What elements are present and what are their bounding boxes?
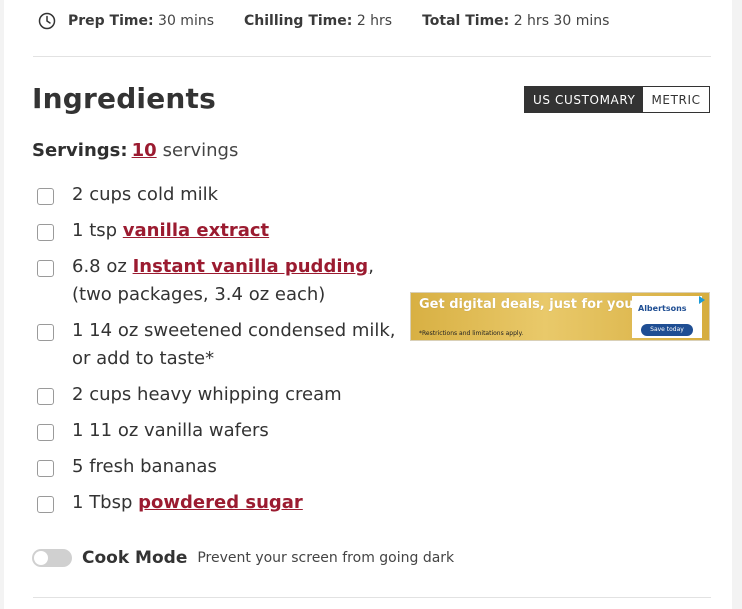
ingredient-link[interactable]: vanilla extract — [123, 220, 269, 241]
ingredient-checkbox[interactable] — [37, 224, 54, 241]
cook-mode-label: Cook Mode — [82, 548, 188, 568]
ingredient-text: 1 tsp vanilla extract — [72, 217, 407, 245]
ingredient-name: vanilla wafers — [144, 420, 269, 441]
ad-banner[interactable]: Get digital deals, just for you. *Restri… — [410, 292, 710, 341]
ingredient-unit: cups — [89, 384, 132, 405]
cook-mode: Cook Mode Prevent your screen from going… — [32, 545, 454, 571]
servings-value[interactable]: 10 — [132, 140, 157, 161]
ingredient-text: 1 14 oz sweetened condensed milk, or add… — [72, 317, 407, 373]
ingredient-checkbox[interactable] — [37, 496, 54, 513]
ad-headline: Get digital deals, just for you. — [419, 297, 639, 312]
prep-time-value: 30 mins — [158, 12, 215, 29]
ingredient-link[interactable]: powdered sugar — [138, 492, 303, 513]
divider — [33, 56, 711, 57]
recipe-times: Prep Time: 30 mins Chilling Time: 2 hrs … — [33, 0, 711, 41]
ingredient-checkbox[interactable] — [37, 188, 54, 205]
toggle-knob — [34, 551, 48, 565]
ingredients-heading: Ingredients — [32, 82, 217, 115]
ingredient-text: 2 cups cold milk — [72, 181, 407, 209]
recipe-card: Prep Time: 30 mins Chilling Time: 2 hrs … — [4, 0, 732, 609]
unit-toggle: US CUSTOMARY METRIC — [524, 86, 710, 113]
ingredient-link[interactable]: Instant vanilla pudding — [133, 256, 369, 277]
ingredient-text: 6.8 oz Instant vanilla pudding, (two pac… — [72, 253, 407, 309]
cook-mode-description: Prevent your screen from going dark — [197, 550, 455, 566]
ingredient-name: cold milk — [137, 184, 219, 205]
ingredient-name: fresh bananas — [89, 456, 217, 477]
ad-brand: Albertsons — [638, 304, 687, 313]
us-customary-button[interactable]: US CUSTOMARY — [525, 87, 644, 112]
ingredient-unit: tsp — [89, 220, 118, 241]
total-time-value: 2 hrs 30 mins — [513, 12, 610, 29]
ingredient-checkbox[interactable] — [37, 324, 54, 341]
ingredient-amount: 1 11 — [72, 420, 113, 441]
chilling-time-label: Chilling Time: — [244, 12, 353, 29]
prep-time-label: Prep Time: — [68, 12, 154, 29]
chilling-time: Chilling Time: 2 hrs — [244, 13, 392, 29]
servings-label: Servings: — [32, 140, 128, 161]
ingredient-amount: 1 14 — [72, 320, 113, 341]
chilling-time-value: 2 hrs — [356, 12, 393, 29]
total-time: Total Time: 2 hrs 30 mins — [422, 13, 609, 29]
ingredient-unit: oz — [117, 320, 139, 341]
ingredient-text: 2 cups heavy whipping cream — [72, 381, 407, 409]
ingredient-name: heavy whipping cream — [137, 384, 342, 405]
ingredient-checkbox[interactable] — [37, 424, 54, 441]
metric-button[interactable]: METRIC — [643, 87, 709, 112]
prep-time: Prep Time: 30 mins — [68, 13, 214, 29]
ingredient-text: 1 Tbsp powdered sugar — [72, 489, 407, 517]
ad-brand-box: Albertsons Save today — [632, 296, 702, 338]
ingredient-text: 5 fresh bananas — [72, 453, 407, 481]
cook-mode-toggle[interactable] — [32, 549, 72, 567]
clock-icon — [38, 12, 56, 29]
ingredient-text: 1 11 oz vanilla wafers — [72, 417, 407, 445]
ingredient-checkbox[interactable] — [37, 460, 54, 477]
divider — [33, 597, 711, 598]
adchoices-icon[interactable] — [697, 295, 707, 305]
ingredient-unit: oz — [117, 420, 139, 441]
ingredient-amount: 6.8 — [72, 256, 101, 277]
ad-fine-print: *Restrictions and limitations apply. — [419, 330, 524, 337]
ingredient-checkbox[interactable] — [37, 388, 54, 405]
servings-unit: servings — [162, 140, 239, 161]
ingredient-unit: oz — [106, 256, 127, 277]
ingredient-checkbox[interactable] — [37, 260, 54, 277]
servings: Servings: 10 servings — [32, 140, 238, 161]
ingredient-amount: 2 — [72, 384, 84, 405]
ingredient-unit: Tbsp — [89, 492, 133, 513]
ingredient-amount: 1 — [72, 492, 84, 513]
ingredient-amount: 1 — [72, 220, 84, 241]
ingredient-amount: 2 — [72, 184, 84, 205]
ingredient-unit: cups — [89, 184, 132, 205]
total-time-label: Total Time: — [422, 12, 510, 29]
ingredient-amount: 5 — [72, 456, 84, 477]
ad-cta-button[interactable]: Save today — [641, 324, 693, 336]
